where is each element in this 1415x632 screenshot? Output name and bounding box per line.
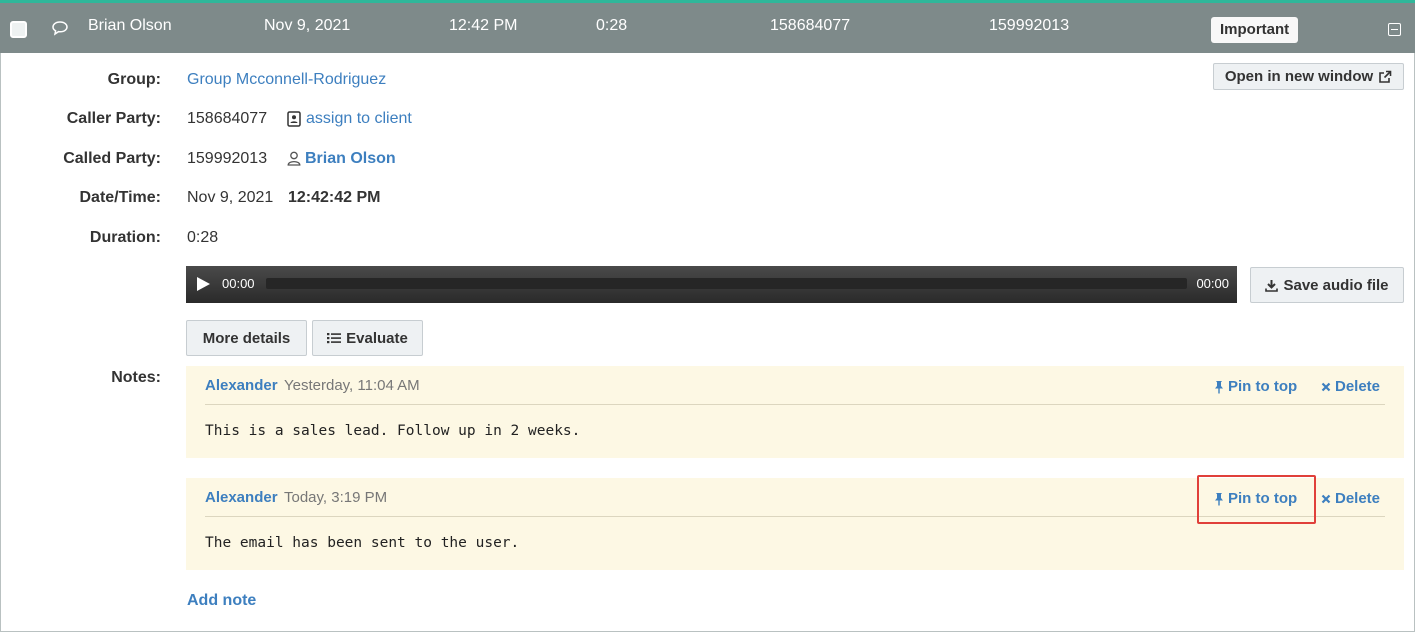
external-link-icon	[1379, 70, 1392, 83]
note-timestamp: Yesterday, 11:04 AM	[284, 377, 420, 394]
header-called: 159992013	[989, 17, 1070, 34]
group-label: Group:	[107, 71, 161, 88]
evaluate-label: Evaluate	[346, 329, 408, 347]
note-divider	[205, 404, 1385, 405]
call-row-header[interactable]: Brian Olson Nov 9, 2021 12:42 PM 0:28 15…	[0, 0, 1415, 53]
audio-player[interactable]: 00:00 00:00	[186, 266, 1237, 303]
download-icon	[1265, 279, 1279, 292]
more-details-button[interactable]: More details	[186, 320, 307, 356]
current-time: 00:00	[222, 276, 255, 291]
caller-party-value: 158684077	[187, 110, 268, 127]
group-link[interactable]: Group Mcconnell-Rodriguez	[187, 71, 386, 89]
more-details-label: More details	[202, 329, 291, 347]
duration-label: Duration:	[89, 229, 161, 246]
note-timestamp: Today, 3:19 PM	[284, 489, 388, 506]
close-icon	[1321, 382, 1331, 391]
pin-icon	[1215, 380, 1223, 393]
total-time: 00:00	[1196, 276, 1229, 291]
delete-note-button[interactable]: Delete	[1321, 490, 1380, 507]
header-caller: 158684077	[770, 17, 851, 34]
note-text: The email has been sent to the user.	[205, 535, 520, 551]
evaluate-button[interactable]: Evaluate	[312, 320, 423, 356]
contact-card-icon	[287, 111, 301, 127]
note-author[interactable]: Alexander	[205, 489, 278, 506]
add-note-link[interactable]: Add note	[187, 592, 256, 610]
datetime-label: Date/Time:	[79, 189, 161, 206]
comment-icon	[52, 21, 68, 36]
notes-label: Notes:	[111, 369, 161, 386]
play-icon[interactable]	[197, 277, 210, 291]
time-value: 12:42:42 PM	[288, 189, 381, 206]
row-checkbox[interactable]	[10, 21, 27, 38]
note-text: This is a sales lead. Follow up in 2 wee…	[205, 423, 581, 439]
header-date: Nov 9, 2021	[264, 17, 351, 34]
note-item: Alexander Yesterday, 11:04 AM Pin to top…	[186, 366, 1404, 458]
open-new-window-button[interactable]: Open in new window	[1213, 63, 1404, 90]
note-author[interactable]: Alexander	[205, 377, 278, 394]
date-value: Nov 9, 2021	[187, 189, 274, 206]
highlight-box	[1197, 475, 1316, 524]
delete-note-label: Delete	[1335, 378, 1381, 395]
header-name: Brian Olson	[88, 17, 172, 34]
close-icon	[1321, 494, 1331, 503]
called-party-label: Called Party:	[63, 150, 161, 167]
delete-note-button[interactable]: Delete	[1321, 378, 1380, 395]
audio-progress-track[interactable]	[266, 278, 1187, 289]
open-new-window-label: Open in new window	[1224, 68, 1374, 85]
assign-to-client-link[interactable]: assign to client	[306, 110, 412, 128]
save-audio-button[interactable]: Save audio file	[1250, 267, 1404, 303]
pin-to-top-label: Pin to top	[1228, 378, 1298, 395]
called-party-name-link[interactable]: Brian Olson	[305, 150, 396, 168]
collapse-icon[interactable]	[1388, 23, 1401, 36]
user-icon	[287, 151, 301, 166]
called-party-value: 159992013	[187, 150, 268, 167]
important-badge[interactable]: Important	[1211, 17, 1299, 43]
header-duration: 0:28	[596, 17, 628, 34]
delete-note-label: Delete	[1335, 490, 1381, 507]
pin-to-top-button[interactable]: Pin to top	[1214, 378, 1297, 395]
caller-party-label: Caller Party:	[66, 110, 161, 127]
save-audio-label: Save audio file	[1283, 276, 1389, 294]
list-icon	[327, 333, 342, 344]
header-time: 12:42 PM	[449, 17, 518, 34]
duration-value: 0:28	[187, 229, 219, 246]
